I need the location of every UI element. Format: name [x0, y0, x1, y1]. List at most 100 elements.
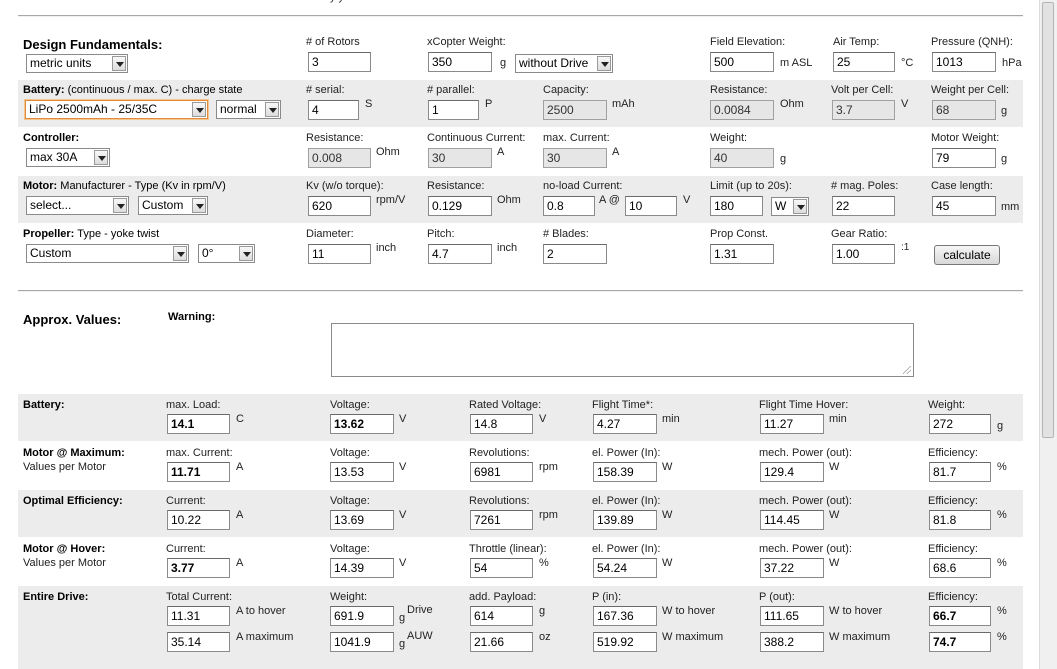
prop-const-label: Prop Const. — [710, 228, 769, 240]
serial-unit: S — [365, 98, 373, 110]
p-out-max-unit: W maximum — [829, 631, 891, 643]
motor-max-eff-label: Efficiency: — [928, 447, 978, 459]
divider-top — [18, 15, 1023, 17]
copter-weight-unit: g — [500, 57, 507, 69]
charge-state-select[interactable]: normal — [216, 100, 281, 119]
units-select[interactable]: metric units — [26, 54, 128, 73]
motor-max-title: Motor @ Maximum: — [23, 447, 125, 459]
pressure-input[interactable]: 1013 — [932, 52, 996, 72]
case-length-label: Case length: — [931, 180, 993, 192]
diameter-input[interactable]: 11 — [308, 244, 371, 264]
case-length-unit: mm — [1001, 201, 1020, 213]
optimal-pin-unit: W — [662, 509, 673, 521]
hover-pout-output: 37.22 — [760, 558, 824, 578]
hover-subtitle: Values per Motor — [23, 557, 106, 569]
auw-suffix: AUW — [407, 630, 433, 642]
capacity-input: 2500 — [543, 100, 607, 120]
limit-unit-value: W — [775, 199, 787, 213]
units-value: metric units — [30, 56, 92, 70]
warning-label: Warning: — [168, 311, 216, 323]
motor-weight-unit: g — [1001, 153, 1008, 165]
rated-voltage-unit: V — [539, 413, 547, 425]
motor-max-subtitle: Values per Motor — [23, 461, 106, 473]
noload-current-label: no-load Current: — [543, 180, 623, 192]
controller-select[interactable]: max 30A — [26, 148, 110, 167]
hover-throttle-label: Throttle (linear): — [469, 543, 547, 555]
battery-input-title-text: Battery: — [23, 84, 65, 96]
noload-voltage-input[interactable]: 10 — [625, 196, 677, 216]
motor-max-voltage-unit: V — [399, 461, 407, 473]
rotors-input[interactable]: 3 — [308, 52, 371, 72]
p-in-max-unit: W maximum — [662, 631, 724, 643]
pitch-unit: inch — [497, 242, 518, 254]
continuous-current-unit: A — [497, 146, 505, 158]
gear-ratio-input[interactable]: 1.00 — [832, 244, 895, 264]
limit-label: Limit (up to 20s): — [710, 180, 792, 192]
motor-resistance-input[interactable]: 0.129 — [428, 196, 492, 216]
optimal-pin-output: 139.89 — [593, 510, 657, 530]
case-length-input[interactable]: 45 — [932, 196, 996, 216]
kv-input[interactable]: 620 — [308, 196, 371, 216]
mag-poles-label: # mag. Poles: — [831, 180, 899, 192]
hover-voltage-output: 14.39 — [330, 558, 394, 578]
elevation-unit: m ASL — [780, 57, 813, 69]
drive-eff-hover-output: 66.7 — [929, 606, 991, 626]
battery-type-select[interactable]: LiPo 2500mAh - 25/35C — [25, 100, 208, 119]
drive-eff-hover-unit: % — [997, 605, 1007, 617]
resize-grip-icon — [903, 366, 911, 374]
motor-input-title: Motor: Manufacturer - Type (Kv in rpm/V) — [23, 180, 226, 192]
motor-resistance-unit: Ohm — [497, 194, 521, 206]
parallel-input[interactable]: 1 — [428, 100, 479, 120]
flight-time-hover-output: 11.27 — [760, 414, 824, 434]
motor-weight-input[interactable]: 79 — [932, 148, 996, 168]
hover-throttle-unit: % — [539, 557, 549, 569]
optimal-current-output: 10.22 — [167, 510, 230, 530]
motor-type-select[interactable]: Custom — [138, 196, 208, 215]
pitch-input[interactable]: 4.7 — [428, 244, 492, 264]
rotors-label: # of Rotors — [306, 36, 360, 48]
diameter-label: Diameter: — [306, 228, 354, 240]
serial-label: # serial: — [306, 84, 345, 96]
hover-voltage-label: Voltage: — [330, 543, 370, 555]
noload-current-input[interactable]: 0.8 — [543, 196, 595, 216]
chevron-down-icon — [239, 246, 253, 261]
copter-weight-input[interactable]: 350 — [428, 52, 492, 72]
noload-current-unit: A @ — [599, 194, 620, 206]
battery-resistance-input: 0.0084 — [710, 100, 774, 120]
serial-input[interactable]: 4 — [308, 100, 359, 120]
optimal-rev-unit: rpm — [539, 509, 558, 521]
total-current-label: Total Current: — [166, 591, 233, 603]
drive-eff-label: Efficiency: — [928, 591, 978, 603]
motor-manufacturer-select[interactable]: select... — [26, 196, 129, 215]
hover-eff-label: Efficiency: — [928, 543, 978, 555]
parallel-label: # parallel: — [427, 84, 475, 96]
total-current-hover-unit: A to hover — [236, 605, 286, 617]
air-temp-input[interactable]: 25 — [833, 52, 895, 72]
mag-poles-input[interactable]: 22 — [832, 196, 895, 216]
blades-input[interactable]: 2 — [543, 244, 607, 264]
drive-mode-select[interactable]: without Drive — [515, 54, 613, 73]
battery-voltage-output: 13.62 — [330, 414, 394, 434]
calculate-button[interactable]: calculate — [934, 245, 1000, 265]
payload-g-output: 614 — [470, 606, 533, 626]
elevation-input[interactable]: 500 — [710, 52, 774, 72]
elevation-label: Field Elevation: — [710, 36, 786, 48]
motor-max-pin-output: 158.39 — [593, 462, 657, 482]
scrollbar-thumb[interactable] — [1042, 2, 1054, 438]
flight-time-hover-label: Flight Time Hover: — [759, 399, 849, 411]
optimal-current-unit: A — [236, 509, 244, 521]
drive-weight-label: Weight: — [330, 591, 368, 603]
air-temp-unit: °C — [901, 57, 914, 69]
capacity-unit: mAh — [612, 98, 635, 110]
warning-textarea[interactable] — [331, 323, 914, 377]
prop-const-input[interactable]: 1.31 — [710, 244, 774, 264]
hover-pout-label: mech. Power (out): — [759, 543, 852, 555]
limit-unit-select[interactable]: W — [771, 197, 809, 216]
limit-input[interactable]: 180 — [710, 196, 763, 216]
volt-per-cell-unit: V — [901, 98, 909, 110]
vertical-scrollbar[interactable] — [1039, 0, 1057, 669]
motor-max-rev-output: 6981 — [470, 462, 533, 482]
battery-resistance-unit: Ohm — [780, 98, 804, 110]
yoke-twist-select[interactable]: 0° — [198, 244, 255, 263]
propeller-type-select[interactable]: Custom — [26, 244, 189, 263]
